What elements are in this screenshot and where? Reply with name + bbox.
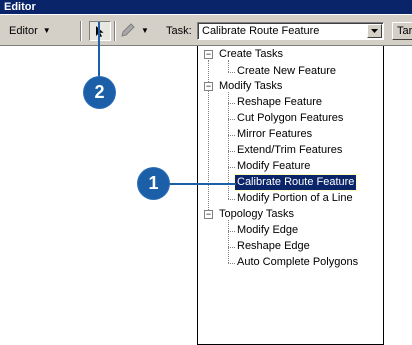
task-list[interactable]: − Create Tasks Create New Feature − Modi… [197,46,384,345]
tree-item[interactable]: Extend/Trim Features [235,143,344,158]
tree-connector [228,263,235,264]
toolbar-separator [80,21,82,41]
tree-connector [228,231,235,232]
collapse-toggle[interactable]: − [204,82,213,91]
arrow-pointer-icon [96,26,104,37]
tree-connector [228,167,235,168]
tree-item[interactable]: Cut Polygon Features [235,111,345,126]
collapse-toggle[interactable]: − [204,50,213,59]
task-dropdown-button[interactable] [367,24,382,38]
tree-group-modify-tasks[interactable]: Modify Tasks [217,79,284,94]
chevron-down-icon: ▼ [42,26,51,36]
tree-item[interactable]: Modify Portion of a Line [235,191,355,206]
tree-group-create-tasks[interactable]: Create Tasks [217,47,285,62]
window-title: Editor [0,0,412,14]
tree-connector [228,72,235,73]
tree-item[interactable]: Reshape Edge [235,239,312,254]
editor-menu-button[interactable]: Editor ▼ [6,23,54,39]
tree-item[interactable]: Auto Complete Polygons [235,255,360,270]
task-label: Task: [166,25,192,37]
tree-connector [228,247,235,248]
toolbar-separator [114,21,116,41]
task-dropdown-value: Calibrate Route Feature [202,25,320,37]
tree-item[interactable]: Mirror Features [235,127,314,142]
target-layer-button[interactable]: Tar [392,22,412,40]
tree-item-selected[interactable]: Calibrate Route Feature [233,174,358,191]
tree-connector [228,135,235,136]
callout-badge-2: 2 [84,77,115,108]
callout-leader-line [98,22,100,82]
tree-item[interactable]: Modify Feature [235,159,312,174]
task-tree: − Create Tasks Create New Feature − Modi… [198,46,383,344]
tree-connector [228,220,229,263]
tree-group-topology-tasks[interactable]: Topology Tasks [217,207,296,222]
callout-badge-1: 1 [138,168,169,199]
tree-connector [228,151,235,152]
editor-menu-label: Editor [9,25,38,37]
sketch-tool-button[interactable] [120,22,138,40]
chevron-down-icon [371,29,378,33]
callout-leader-line [160,183,236,185]
tree-connector [228,103,235,104]
edit-tool-button[interactable] [89,21,111,41]
task-dropdown[interactable]: Calibrate Route Feature [197,22,384,40]
tree-item[interactable]: Reshape Feature [235,95,324,110]
pencil-icon [121,23,135,37]
tree-item[interactable]: Create New Feature [235,64,338,79]
editor-toolbar: Editor ▼ ▼ Task: Calibrate Route Feature … [0,14,412,46]
tree-connector [228,199,235,200]
tree-item[interactable]: Modify Edge [235,223,300,238]
chevron-down-icon[interactable]: ▼ [141,23,149,39]
collapse-toggle[interactable]: − [204,210,213,219]
tree-connector [228,119,235,120]
